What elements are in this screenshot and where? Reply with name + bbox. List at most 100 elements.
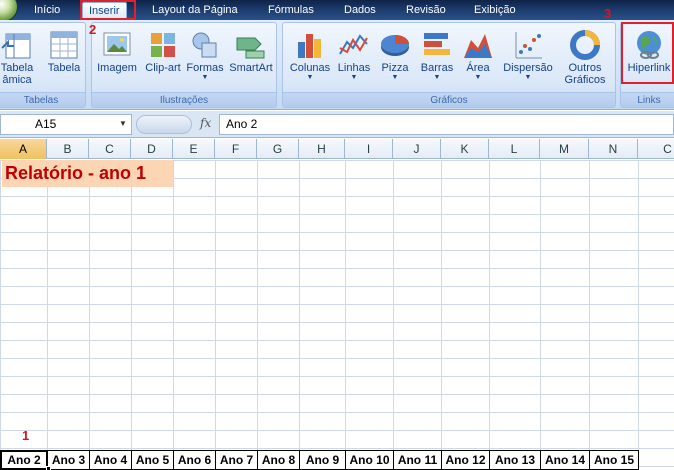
group-label-ilustracoes: Ilustrações [92,92,276,107]
dispersao-button[interactable]: Dispersão ▼ [499,26,557,90]
name-box-dropdown-icon[interactable]: ▼ [119,119,127,128]
fill-handle[interactable] [46,466,51,470]
tabela-button[interactable]: Tabela [45,26,83,90]
group-graficos: Colunas ▼ Linhas ▼ Pizza ▼ Barras ▼ Área… [282,22,616,108]
grid-column-lines [47,160,639,470]
tab-inicio[interactable]: Início [28,2,66,19]
year-cell-ano-6[interactable]: Ano 6 [173,450,216,470]
group-label-graficos: Gráficos [283,92,615,107]
tab-dados[interactable]: Dados [338,2,382,19]
pie-chart-icon [381,35,409,56]
year-cell-ano-7[interactable]: Ano 7 [215,450,258,470]
year-cell-ano-3[interactable]: Ano 3 [47,450,90,470]
column-chart-icon [298,34,321,58]
linhas-dropdown-icon: ▼ [350,74,358,81]
formula-input[interactable]: Ano 2 [219,114,674,135]
year-cell-ano-14[interactable]: Ano 14 [540,450,590,470]
barras-button[interactable]: Barras ▼ [417,26,457,90]
tab-layout-pagina[interactable]: Layout da Página [146,2,244,19]
tabela-dinamica-button[interactable]: Tabela âmica [0,26,37,90]
pivot-table-icon [1,33,31,59]
worksheet-grid[interactable] [0,160,674,470]
year-cell-ano-12[interactable]: Ano 12 [441,450,490,470]
group-ilustracoes: Imagem Clip-art Formas ▼ SmartArt Ilustr… [91,22,277,108]
name-box[interactable]: A15 [0,114,132,135]
column-header-n[interactable]: N [589,139,638,159]
outros-graficos-button[interactable]: Outros Gráficos [561,26,609,90]
year-cell-ano-11[interactable]: Ano 11 [393,450,442,470]
smartart-label: SmartArt [229,62,273,74]
column-header-h[interactable]: H [299,139,345,159]
colunas-label: Colunas [289,62,331,74]
column-header-f[interactable]: F [215,139,257,159]
column-headers: A B C D E F G H I J K L M N C [0,139,674,159]
linhas-label: Linhas [337,62,371,74]
year-cell-ano-2[interactable]: Ano 2 [0,450,48,470]
column-header-o[interactable]: C [638,139,674,159]
column-header-g[interactable]: G [257,139,299,159]
tabela-dinamica-label-2: âmica [2,74,32,86]
column-header-l[interactable]: L [489,139,540,159]
step-1-marker: 1 [22,428,30,443]
column-header-j[interactable]: J [393,139,441,159]
line-chart-icon [339,34,368,55]
pizza-dropdown-icon: ▼ [391,74,399,81]
image-icon [103,32,131,56]
tab-exibicao[interactable]: Exibição [468,2,522,19]
area-button[interactable]: Área ▼ [461,26,495,90]
colunas-button[interactable]: Colunas ▼ [287,26,333,90]
formas-dropdown-icon: ▼ [201,74,209,81]
barras-dropdown-icon: ▼ [433,74,441,81]
formas-button[interactable]: Formas ▼ [185,26,225,90]
highlight-hiperlink [621,22,674,84]
formas-label: Formas [186,62,224,74]
year-cell-ano-10[interactable]: Ano 10 [345,450,394,470]
outros-label-2: Gráficos [564,74,606,86]
column-header-m[interactable]: M [540,139,589,159]
shapes-icon [192,32,217,58]
barras-label: Barras [420,62,454,74]
column-header-b[interactable]: B [47,139,89,159]
formula-bar-splitter[interactable] [136,115,192,134]
tabela-dinamica-label-1: Tabela [0,62,34,74]
other-charts-icon [570,30,600,60]
formula-bar: A15 ▼ fx Ano 2 [0,111,674,138]
tab-formulas[interactable]: Fórmulas [262,2,320,19]
bar-chart-icon [424,33,450,55]
year-cell-ano-4[interactable]: Ano 4 [89,450,132,470]
group-tabelas: Tabela âmica Tabela Tabelas [0,22,86,108]
office-button-icon[interactable] [0,0,18,22]
pizza-label: Pizza [381,62,409,74]
ribbon: Tabela âmica Tabela Tabelas Imagem Clip-… [0,20,674,110]
year-cell-ano-9[interactable]: Ano 9 [299,450,346,470]
column-header-a[interactable]: A [0,139,47,159]
highlight-inserir [80,0,136,20]
year-links-row: Ano 2 Ano 3 Ano 4 Ano 5 Ano 6 Ano 7 Ano … [0,450,674,470]
area-dropdown-icon: ▼ [474,74,482,81]
imagem-label: Imagem [97,62,137,74]
year-cell-ano-8[interactable]: Ano 8 [257,450,300,470]
group-label-tabelas: Tabelas [0,92,85,107]
clipart-label: Clip-art [145,62,181,74]
year-cell-ano-15[interactable]: Ano 15 [589,450,639,470]
outros-label-1: Outros [568,62,602,74]
linhas-button[interactable]: Linhas ▼ [335,26,373,90]
column-header-i[interactable]: I [345,139,393,159]
smartart-button[interactable]: SmartArt [228,26,274,90]
insert-function-icon[interactable]: fx [200,116,211,130]
column-header-d[interactable]: D [131,139,173,159]
group-label-links: Links [621,92,674,107]
column-header-c[interactable]: C [89,139,131,159]
column-header-k[interactable]: K [441,139,489,159]
tab-revisao[interactable]: Revisão [400,2,452,19]
pizza-button[interactable]: Pizza ▼ [377,26,413,90]
year-cell-ano-13[interactable]: Ano 13 [489,450,541,470]
area-label: Área [466,62,490,74]
report-title-cell[interactable]: Relatório - ano 1 [2,160,173,187]
dispersao-label: Dispersão [503,62,553,74]
imagem-button[interactable]: Imagem [96,26,138,90]
year-cell-ano-5[interactable]: Ano 5 [131,450,174,470]
clipart-button[interactable]: Clip-art [142,26,184,90]
column-header-e[interactable]: E [173,139,215,159]
clipart-icon [151,33,175,57]
